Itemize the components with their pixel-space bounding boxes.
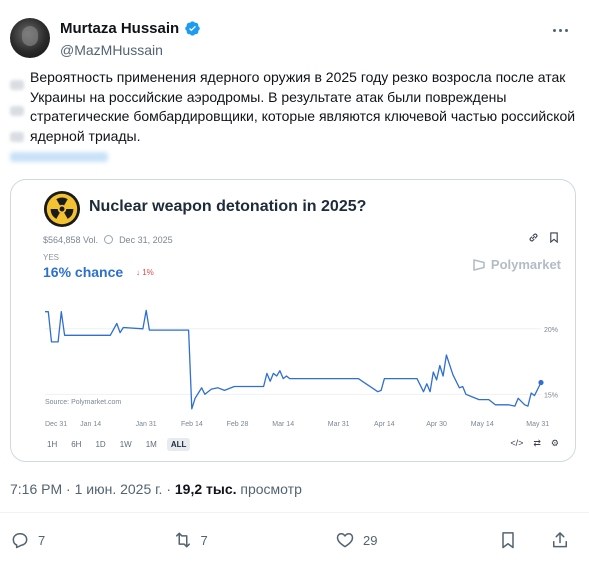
- radiation-icon: [43, 190, 81, 228]
- reply-icon: [12, 533, 28, 549]
- x-tick-label: Jan 14: [80, 421, 101, 428]
- polymarket-brand: Polymarket: [472, 257, 561, 272]
- share-icon: [553, 532, 567, 548]
- like-count: 29: [363, 532, 378, 548]
- chance-delta: ↓ 1%: [136, 268, 154, 277]
- repost-button[interactable]: 7: [173, 530, 303, 550]
- brand-name: Polymarket: [490, 257, 561, 272]
- blurred-overlay: [10, 80, 24, 158]
- embedded-market-card[interactable]: Nuclear weapon detonation in 2025? $564,…: [10, 179, 576, 462]
- views-count: 19,2 тыс.: [174, 481, 237, 497]
- range-button-all[interactable]: ALL: [166, 438, 191, 451]
- settings-icon[interactable]: ⚙: [551, 438, 559, 449]
- x-tick-label: Jan 31: [136, 421, 157, 428]
- tweet-meta: 7:16 PM · 1 июн. 2025 г. · 19,2 тыс. про…: [10, 481, 302, 497]
- bookmark-icon[interactable]: [549, 232, 559, 243]
- more-options-button[interactable]: [550, 20, 570, 40]
- tweet-header: Murtaza Hussain @MazMHussain: [10, 14, 580, 62]
- meta-separator-2: ·: [166, 481, 171, 497]
- heart-icon: [336, 533, 354, 548]
- market-title: Nuclear weapon detonation in 2025?: [89, 198, 367, 215]
- x-tick-label: May 14: [471, 421, 494, 428]
- card-tools: [528, 232, 559, 243]
- price-chart[interactable]: Dec 31 Jan 14 Jan 31 Feb 14 Feb 28 Mar 14 Mar …: [11, 288, 576, 428]
- avatar[interactable]: [10, 18, 50, 58]
- x-tick-label: Feb 14: [181, 421, 203, 428]
- end-date: Dec 31, 2025: [119, 235, 173, 245]
- share-button[interactable]: [550, 530, 570, 550]
- x-tick-label: May 31: [526, 421, 549, 428]
- swap-icon[interactable]: ⇄: [533, 438, 541, 449]
- range-button-6h[interactable]: 6H: [67, 438, 85, 451]
- display-name[interactable]: Murtaza Hussain: [60, 20, 179, 37]
- divider: [0, 512, 589, 513]
- volume-row: $564,858 Vol. Dec 31, 2025: [43, 235, 173, 245]
- tweet-time[interactable]: 7:16 PM: [10, 481, 62, 497]
- action-bar: 7 7 29: [10, 530, 570, 550]
- y-tick-label: 15%: [544, 392, 558, 399]
- x-tick-label: Dec 31: [45, 421, 67, 428]
- range-button-1m[interactable]: 1M: [142, 438, 161, 451]
- x-tick-label: Apr 30: [426, 421, 447, 428]
- repost-count: 7: [200, 532, 208, 548]
- verified-badge-icon: [185, 21, 200, 36]
- range-button-1d[interactable]: 1D: [91, 438, 109, 451]
- like-button[interactable]: 29: [335, 530, 465, 550]
- clock-icon: [104, 235, 114, 244]
- link-icon[interactable]: [528, 232, 539, 243]
- embed-code-icon[interactable]: </>: [510, 438, 523, 449]
- polymarket-logo-icon: [473, 258, 485, 271]
- tweet-date[interactable]: 1 июн. 2025 г.: [75, 481, 163, 497]
- range-selector: 1H 6H 1D 1W 1M ALL: [43, 438, 191, 451]
- x-tick-label: Mar 31: [328, 421, 350, 428]
- y-tick-label: 20%: [544, 327, 558, 334]
- latest-point: [538, 379, 544, 386]
- tweet-text: Вероятность применения ядерного оружия в…: [30, 69, 576, 144]
- x-tick-label: Apr 14: [374, 421, 395, 428]
- chart-source: Source: Polymarket.com: [45, 399, 122, 406]
- handle[interactable]: @MazMHussain: [60, 42, 163, 58]
- range-button-1h[interactable]: 1H: [43, 438, 61, 451]
- bookmark-button[interactable]: [498, 530, 518, 550]
- bookmark-outline-icon: [501, 532, 514, 549]
- volume-value: $564,858 Vol.: [43, 235, 99, 245]
- reply-count: 7: [38, 532, 46, 548]
- name-row: Murtaza Hussain: [60, 20, 201, 37]
- x-tick-label: Mar 14: [272, 421, 294, 428]
- x-tick-label: Feb 28: [227, 421, 249, 428]
- reply-button[interactable]: 7: [10, 530, 140, 550]
- meta-separator: ·: [66, 481, 71, 497]
- translate-link-blurred[interactable]: [10, 152, 108, 162]
- chance-value: 16% chance: [43, 264, 124, 280]
- repost-icon: [175, 532, 190, 548]
- range-button-1w[interactable]: 1W: [116, 438, 136, 451]
- outcome-label: YES: [43, 253, 60, 262]
- views-label: просмотр: [240, 481, 302, 497]
- chart-tools: </> ⇄ ⚙: [510, 438, 559, 449]
